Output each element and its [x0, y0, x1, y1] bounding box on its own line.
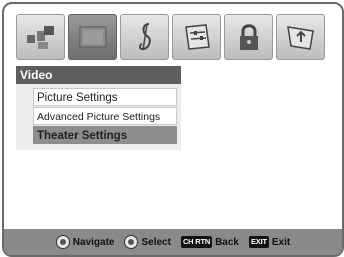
navigate-label: Navigate [72, 236, 115, 248]
tab-applications[interactable] [276, 14, 325, 60]
video-icon [79, 26, 106, 48]
menu-item-advanced-picture-settings[interactable]: Advanced Picture Settings [33, 107, 177, 125]
tab-audio[interactable] [120, 14, 169, 60]
tab-lock[interactable] [224, 14, 273, 60]
back-label: Back [215, 236, 239, 248]
menu-item-picture-settings[interactable]: Picture Settings [33, 88, 177, 106]
pictures-icon [26, 26, 54, 49]
navigate-pad-icon [55, 235, 70, 249]
ch-rtn-key: CH RTN [180, 236, 213, 248]
osd-screen: Video Picture Settings Advanced Picture … [2, 2, 344, 257]
exit-label: Exit [271, 236, 291, 248]
exit-hint: EXIT Exit [248, 236, 291, 248]
status-bar: Navigate Select CH RTN Back EXIT Exit [4, 229, 342, 255]
audio-icon [138, 23, 151, 51]
tab-setup[interactable] [172, 14, 221, 60]
select-label: Select [141, 236, 171, 248]
category-icon-bar [16, 14, 325, 60]
select-button-icon [124, 235, 139, 249]
tab-pictures[interactable] [16, 14, 65, 60]
exit-key: EXIT [248, 236, 269, 248]
menu-item-theater-settings[interactable]: Theater Settings [33, 126, 177, 144]
setup-icon [184, 24, 210, 50]
navigate-hint: Navigate [55, 235, 115, 249]
tab-video[interactable] [68, 14, 117, 60]
applications-icon [286, 26, 314, 50]
back-hint: CH RTN Back [180, 236, 239, 248]
select-hint: Select [124, 235, 171, 249]
lock-icon [239, 24, 258, 50]
menu-title: Video [16, 66, 181, 84]
